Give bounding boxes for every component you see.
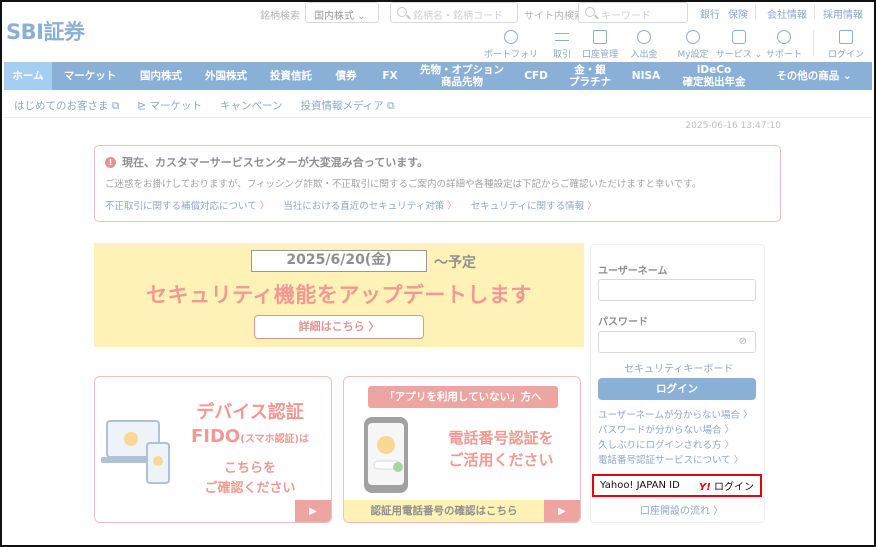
screenshot-frame (0, 0, 876, 547)
